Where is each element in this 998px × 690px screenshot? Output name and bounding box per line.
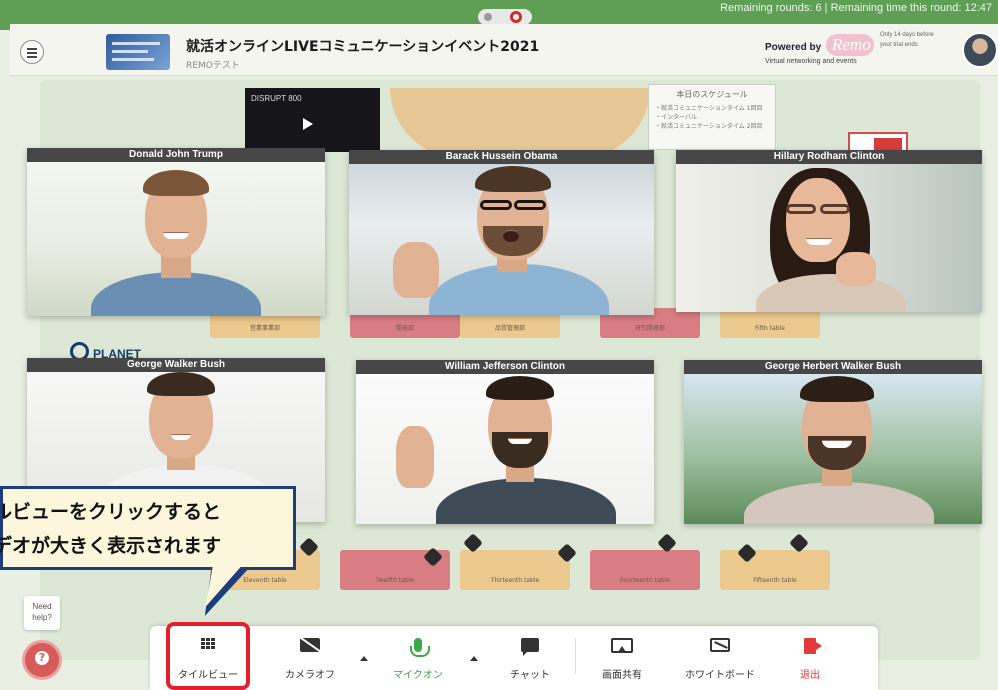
play-icon	[303, 118, 313, 130]
stage-area	[390, 88, 650, 158]
toolbar-divider	[575, 638, 576, 674]
leave-button[interactable]: 退出	[770, 626, 850, 690]
participant-video	[356, 374, 654, 524]
participant-video	[27, 162, 325, 316]
screen-share-button[interactable]: 画面共有	[582, 626, 662, 690]
need-help-label: Need help?	[24, 596, 60, 630]
participant-figure	[349, 164, 654, 315]
menu-button[interactable]	[20, 40, 44, 64]
table[interactable]: Fifth table	[720, 308, 820, 338]
participant-video	[676, 164, 982, 312]
chat-label: チャット	[510, 670, 550, 681]
video-tile[interactable]: Hillary Rodham Clinton	[676, 150, 982, 312]
trial-note: Only 14 days before your trial ends	[880, 32, 934, 48]
participant-name: Hillary Rodham Clinton	[676, 150, 982, 164]
schedule-item: ・インターバル	[655, 114, 697, 121]
remaining-rounds-text: Remaining rounds: 6 | Remaining time thi…	[720, 2, 992, 14]
camera-off-icon	[300, 638, 320, 652]
need-help-line-2: help?	[32, 613, 52, 622]
tile-view-button[interactable]: タイルビュー	[166, 622, 250, 690]
record-toggle-icon	[484, 13, 492, 21]
exit-icon	[804, 638, 822, 654]
video-tile[interactable]: Barack Hussein Obama	[349, 150, 654, 315]
schedule-board: 本日のスケジュール ・就活コミュニケーションタイム 1回目 ・インターバル ・就…	[648, 84, 776, 150]
bottom-toolbar: タイルビュー カメラオフ マイクオン チャット 画面共有 ホワイトボード 退出	[150, 622, 878, 690]
table-label: Twelfth table	[375, 577, 415, 584]
participant-figure	[676, 164, 982, 312]
camera-off-label: カメラオフ	[285, 670, 335, 681]
whiteboard-label: ホワイトボード	[685, 670, 755, 681]
grid-icon	[201, 638, 215, 650]
question-icon: ?	[35, 651, 49, 665]
screen-share-label: 画面共有	[602, 670, 642, 681]
participant-name: William Jefferson Clinton	[356, 360, 654, 374]
remo-logo: Remo	[826, 34, 874, 56]
event-logo	[106, 34, 170, 70]
floor-video-embed[interactable]: DISRUPT 800	[245, 88, 380, 152]
table-label: 開発部	[395, 325, 414, 332]
chat-icon	[521, 638, 539, 656]
participant-figure	[356, 374, 654, 524]
mic-on-label: マイクオン	[393, 670, 443, 681]
participant-name: Barack Hussein Obama	[349, 150, 654, 164]
table[interactable]: Fourteenth table	[590, 550, 700, 590]
participant-name: George Walker Bush	[27, 358, 325, 372]
video-tile[interactable]: Donald John Trump	[27, 148, 325, 316]
menu-icon	[27, 48, 37, 50]
mic-options-caret[interactable]	[470, 656, 478, 661]
remo-tagline: Virtual networking and events	[765, 58, 857, 65]
video-tile[interactable]: William Jefferson Clinton	[356, 360, 654, 524]
event-subtitle: REMOテスト	[186, 61, 240, 71]
screen-share-icon	[611, 638, 633, 653]
participant-figure	[27, 162, 325, 316]
table-label: 研究開発部	[634, 325, 665, 332]
floor-video-title: DISRUPT 800	[251, 94, 302, 103]
video-tile[interactable]: George Herbert Walker Bush	[684, 360, 982, 524]
schedule-title: 本日のスケジュール	[676, 90, 748, 99]
tooltip-line-2: デオが大きく表示されます	[0, 535, 222, 557]
table-label: Fifth table	[755, 325, 785, 332]
record-icon	[510, 11, 522, 23]
participant-name: George Herbert Walker Bush	[684, 360, 982, 374]
recording-indicator[interactable]	[478, 9, 532, 25]
mic-on-button[interactable]: マイクオン	[378, 626, 458, 690]
powered-by-label: Powered by	[765, 42, 822, 53]
tooltip-line-1: ルビューをクリックすると	[0, 501, 222, 523]
table-label: Thirteenth table	[490, 577, 540, 584]
need-help-line-1: Need	[32, 602, 52, 611]
schedule-item: ・就活コミュニケーションタイム 2回目	[655, 123, 763, 130]
whiteboard-button[interactable]: ホワイトボード	[670, 626, 770, 690]
chat-button[interactable]: チャット	[490, 626, 570, 690]
tooltip-callout: ルビューをクリックすると デオが大きく表示されます	[0, 486, 296, 607]
whiteboard-icon	[710, 638, 730, 652]
table-label: 品質管理部	[494, 325, 525, 332]
participant-video	[684, 374, 982, 524]
table[interactable]: Thirteenth table	[460, 550, 570, 590]
event-title: 就活オンラインLIVEコミュニケーションイベント2021	[186, 39, 540, 55]
schedule-item: ・就活コミュニケーションタイム 1回目	[655, 105, 763, 112]
user-avatar[interactable]	[962, 32, 998, 68]
camera-off-button[interactable]: カメラオフ	[270, 626, 350, 690]
tile-view-label: タイルビュー	[178, 670, 238, 681]
camera-options-caret[interactable]	[360, 656, 368, 661]
participant-figure	[684, 374, 982, 524]
leave-label: 退出	[800, 670, 820, 681]
participant-video	[349, 164, 654, 315]
microphone-icon	[410, 638, 430, 657]
participant-name: Donald John Trump	[27, 148, 325, 162]
table-label: Fifteenth table	[753, 577, 797, 584]
table-label: 営業事業部	[249, 325, 280, 332]
help-button[interactable]: ?	[22, 640, 62, 680]
event-header: 就活オンラインLIVEコミュニケーションイベント2021 REMOテスト Pow…	[10, 24, 998, 76]
table[interactable]: Fifteenth table	[720, 550, 830, 590]
table-label: Fourteenth table	[620, 577, 670, 584]
